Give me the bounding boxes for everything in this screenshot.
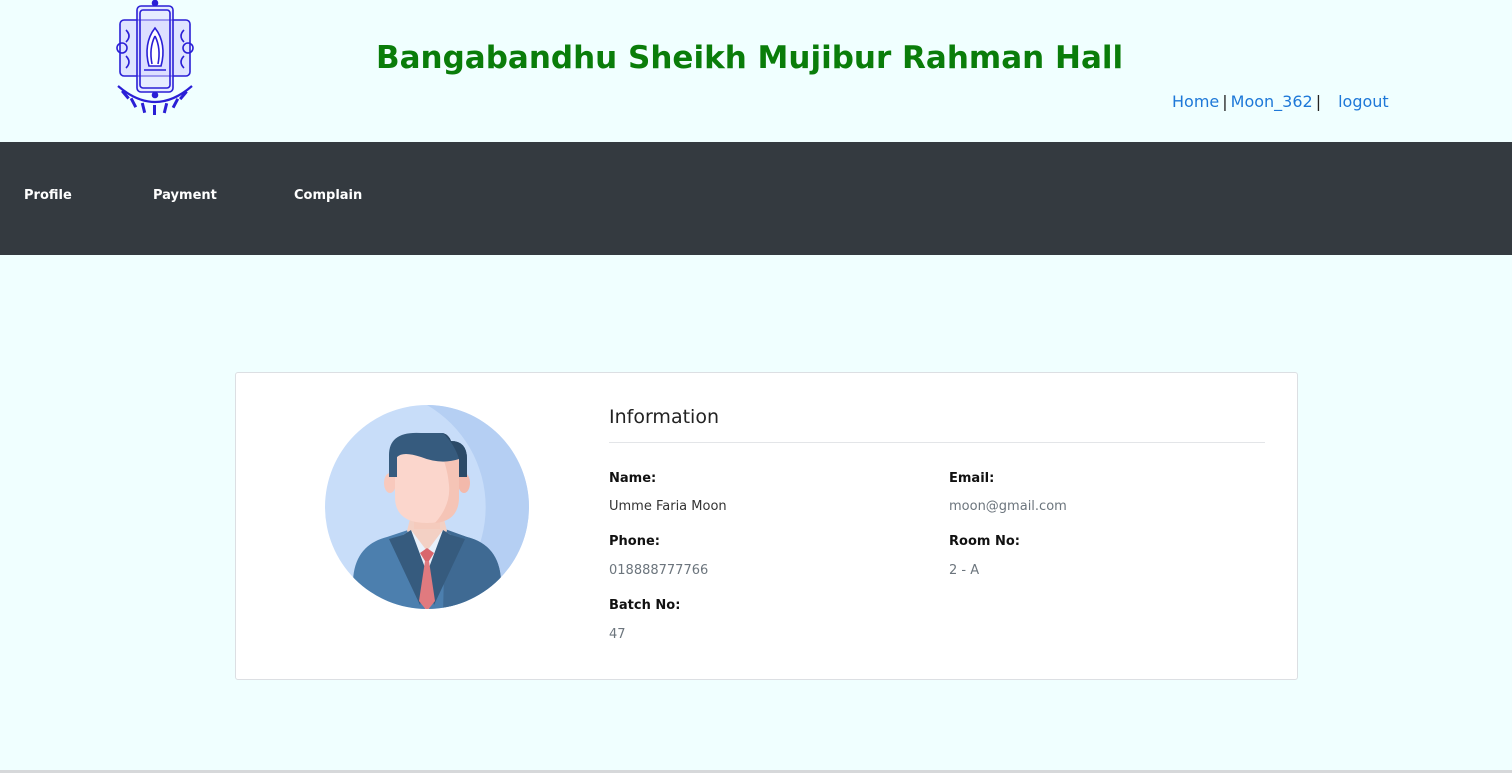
logout-link[interactable]: logout	[1338, 92, 1389, 111]
user-avatar-icon	[325, 405, 529, 609]
phone-value: 018888777766	[609, 563, 709, 578]
batch-value: 47	[609, 627, 626, 642]
user-link[interactable]: Moon_362	[1231, 92, 1313, 111]
name-label: Name:	[609, 471, 657, 486]
nav-item-payment[interactable]: Payment	[153, 188, 217, 203]
home-link[interactable]: Home	[1172, 92, 1219, 111]
main-navbar: Profile Payment Complain	[0, 142, 1512, 255]
phone-label: Phone:	[609, 534, 660, 549]
nav-item-complain[interactable]: Complain	[294, 188, 362, 203]
university-seal-icon	[112, 0, 198, 122]
room-label: Room No:	[949, 534, 1020, 549]
site-header: Bangabandhu Sheikh Mujibur Rahman Hall H…	[0, 0, 1512, 142]
nav-item-profile[interactable]: Profile	[24, 188, 72, 203]
profile-card: Information Name: Umme Faria Moon Email:…	[235, 372, 1298, 680]
link-separator: |	[1222, 92, 1228, 111]
batch-label: Batch No:	[609, 598, 681, 613]
link-separator: |	[1315, 92, 1322, 111]
room-value: 2 - A	[949, 563, 980, 578]
site-title: Bangabandhu Sheikh Mujibur Rahman Hall	[376, 40, 1124, 76]
top-links: Home | Moon_362 | logout	[1172, 92, 1389, 111]
email-value: moon@gmail.com	[949, 499, 1067, 514]
name-value: Umme Faria Moon	[609, 499, 727, 514]
email-label: Email:	[949, 471, 995, 486]
section-divider	[609, 442, 1265, 443]
section-title: Information	[609, 406, 719, 428]
